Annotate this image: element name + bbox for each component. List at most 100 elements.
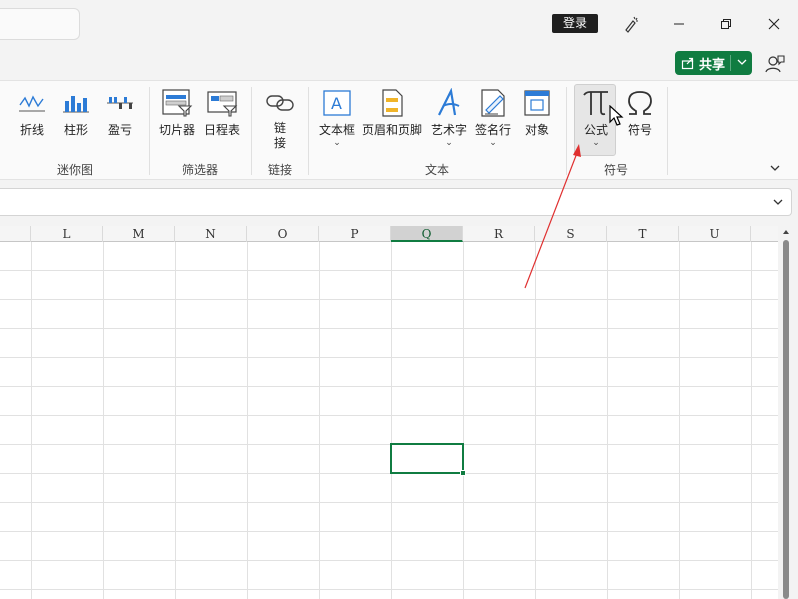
column-header-L[interactable]: L	[31, 226, 103, 242]
header-footer-button[interactable]: 页眉和页脚	[362, 85, 422, 138]
worksheet-grid[interactable]: L M N O P Q R S T U	[0, 226, 778, 599]
restore-button[interactable]	[712, 10, 740, 38]
textbox-icon: A	[321, 87, 353, 119]
share-divider	[730, 55, 731, 71]
column-header-T[interactable]: T	[607, 226, 679, 242]
slicer-button[interactable]: 切片器	[159, 85, 195, 138]
gridline	[0, 589, 778, 590]
svg-text:A: A	[331, 94, 342, 113]
column-header-O[interactable]: O	[247, 226, 319, 242]
sparkline-winloss-button[interactable]: 盈亏	[104, 85, 136, 138]
textbox-button[interactable]: A 文本框 ⌄	[319, 85, 355, 148]
column-header-S[interactable]: S	[535, 226, 607, 242]
fill-handle[interactable]	[460, 470, 466, 476]
signature-line-button[interactable]: 签名行 ⌄	[475, 85, 511, 148]
chevron-down-icon: ⌄	[333, 138, 341, 148]
search-box[interactable]	[0, 8, 80, 40]
sparkline-column-label: 柱形	[63, 123, 88, 137]
object-icon	[521, 87, 553, 119]
group-label-filters: 筛选器	[181, 163, 218, 177]
chevron-down-icon: ⌄	[592, 138, 600, 148]
column-header-M[interactable]: M	[103, 226, 175, 242]
gridline	[103, 242, 104, 599]
chevron-down-icon[interactable]	[771, 195, 785, 209]
sparkline-line-button[interactable]: 折线	[16, 85, 48, 138]
gridline	[0, 328, 778, 329]
group-label-symbols: 符号	[603, 163, 628, 177]
column-header-P[interactable]: P	[319, 226, 391, 242]
title-bar: 登录	[0, 0, 798, 48]
symbol-button[interactable]: 符号	[624, 85, 656, 138]
column-header-R[interactable]: R	[463, 226, 535, 242]
gridline	[535, 242, 536, 599]
chevron-down-icon[interactable]	[735, 55, 749, 69]
chevron-down-icon: ⌄	[445, 138, 453, 148]
winloss-sparkline-icon	[104, 87, 136, 119]
mouse-cursor-icon	[609, 105, 624, 126]
group-label-text: 文本	[424, 163, 449, 177]
designer-icon[interactable]	[617, 10, 645, 38]
omega-icon	[624, 87, 656, 119]
share-button[interactable]: 共享	[675, 51, 752, 75]
ribbon-divider	[149, 87, 150, 175]
share-bar: 共享	[0, 48, 798, 80]
gridline	[391, 242, 392, 599]
share-icon	[681, 57, 694, 70]
column-sparkline-icon	[60, 87, 92, 119]
gridline	[0, 270, 778, 271]
scroll-up-icon[interactable]	[782, 228, 790, 236]
chevron-down-icon: ⌄	[489, 138, 497, 148]
ribbon-collapse-icon[interactable]	[768, 161, 782, 175]
link-icon	[264, 87, 296, 119]
column-header-partial[interactable]	[0, 226, 31, 242]
slicer-label: 切片器	[159, 123, 196, 137]
gridline	[607, 242, 608, 599]
active-cell[interactable]	[390, 443, 466, 476]
gridline	[0, 560, 778, 561]
comments-icon[interactable]	[764, 53, 786, 75]
line-sparkline-icon	[16, 87, 48, 119]
gridline	[0, 531, 778, 532]
sparkline-line-label: 折线	[19, 123, 44, 137]
gridline	[0, 502, 778, 503]
link-button[interactable]: 链 接	[264, 85, 296, 151]
login-button[interactable]: 登录	[552, 14, 598, 33]
gridline	[0, 386, 778, 387]
header-footer-label: 页眉和页脚	[362, 123, 423, 137]
equation-label: 公式	[583, 123, 608, 137]
signature-line-label: 签名行	[475, 123, 512, 137]
header-footer-icon	[376, 87, 408, 119]
gridline	[0, 415, 778, 416]
minimize-button[interactable]	[665, 10, 693, 38]
share-label: 共享	[699, 57, 726, 73]
column-header-Q[interactable]: Q	[391, 226, 463, 242]
gridline	[0, 473, 778, 474]
gridline	[319, 242, 320, 599]
gridline	[0, 357, 778, 358]
column-header-N[interactable]: N	[175, 226, 247, 242]
vertical-scrollbar[interactable]	[780, 226, 792, 599]
gridline	[751, 242, 752, 599]
close-button[interactable]	[760, 10, 788, 38]
group-label-sparklines: 迷你图	[56, 163, 93, 177]
ribbon-divider	[566, 87, 567, 175]
link-label: 链 接	[273, 121, 286, 150]
textbox-label: 文本框	[319, 123, 356, 137]
gridline	[31, 242, 32, 599]
column-header-row: L M N O P Q R S T U	[0, 226, 778, 242]
column-header-U[interactable]: U	[679, 226, 751, 242]
sparkline-column-button[interactable]: 柱形	[60, 85, 92, 138]
formula-bar[interactable]	[0, 188, 792, 216]
timeline-button[interactable]: 日程表	[204, 85, 240, 138]
object-button[interactable]: 对象	[521, 85, 553, 138]
signature-line-icon	[477, 87, 509, 119]
scrollbar-thumb[interactable]	[783, 240, 789, 599]
ribbon-divider	[308, 87, 309, 175]
wordart-icon	[433, 87, 465, 119]
gridline	[247, 242, 248, 599]
sparkline-winloss-label: 盈亏	[107, 123, 132, 137]
wordart-label: 艺术字	[431, 123, 468, 137]
ribbon-divider	[251, 87, 252, 175]
object-label: 对象	[524, 123, 549, 137]
wordart-button[interactable]: 艺术字 ⌄	[431, 85, 467, 148]
